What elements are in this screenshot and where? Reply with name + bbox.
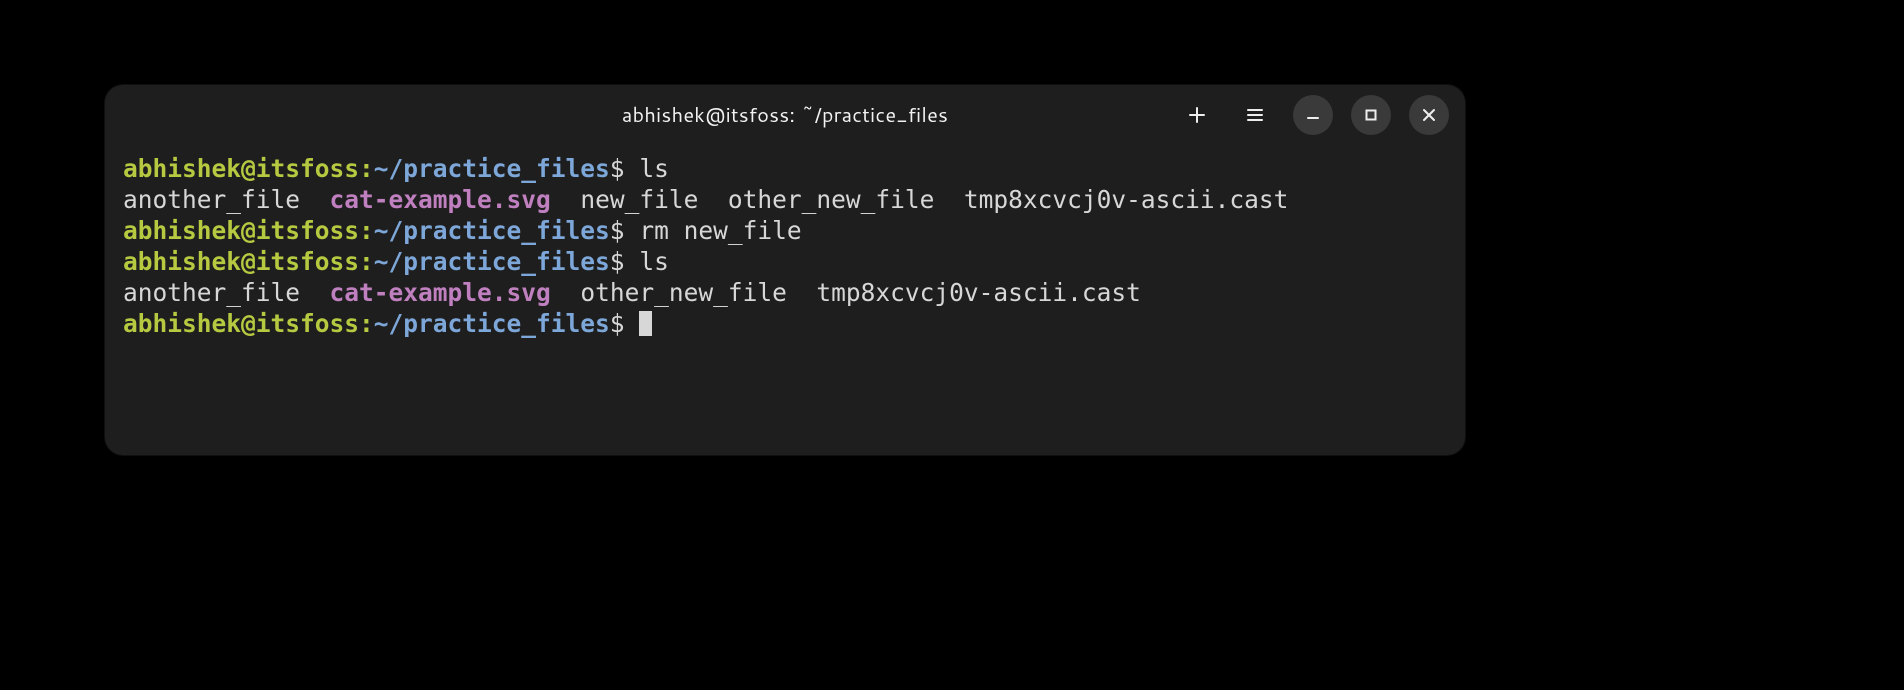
- titlebar-controls: [1177, 95, 1449, 135]
- close-button[interactable]: [1409, 95, 1449, 135]
- prompt-colon: :: [359, 309, 374, 338]
- minimize-icon: [1304, 106, 1322, 124]
- file-name: tmp8xcvcj0v-ascii.cast: [816, 278, 1141, 307]
- prompt-colon: :: [359, 247, 374, 276]
- plus-icon: [1187, 105, 1207, 125]
- terminal-window: abhishek@itsfoss: ~/practice_files: [105, 85, 1465, 455]
- file-name: other_new_file: [728, 185, 935, 214]
- terminal-line: another_file cat-example.svg new_file ot…: [123, 185, 1288, 214]
- file-name: new_file: [580, 185, 698, 214]
- prompt-path: ~/practice_files: [374, 154, 610, 183]
- maximize-icon: [1362, 106, 1380, 124]
- cursor: [639, 311, 652, 336]
- prompt-path: ~/practice_files: [374, 247, 610, 276]
- minimize-button[interactable]: [1293, 95, 1333, 135]
- file-name: other_new_file: [580, 278, 787, 307]
- prompt-dollar: $: [610, 247, 625, 276]
- terminal-line: abhishek@itsfoss:~/practice_files$ ls: [123, 247, 669, 276]
- prompt-user: abhishek@itsfoss: [123, 309, 359, 338]
- prompt-user: abhishek@itsfoss: [123, 154, 359, 183]
- file-name: cat-example.svg: [330, 278, 551, 307]
- file-name: another_file: [123, 185, 300, 214]
- prompt-path: ~/practice_files: [374, 216, 610, 245]
- terminal-line: abhishek@itsfoss:~/practice_files$ rm ne…: [123, 216, 802, 245]
- prompt-dollar: $: [610, 154, 625, 183]
- prompt-dollar: $: [610, 309, 625, 338]
- titlebar: abhishek@itsfoss: ~/practice_files: [105, 85, 1465, 145]
- file-name: tmp8xcvcj0v-ascii.cast: [964, 185, 1289, 214]
- prompt-colon: :: [359, 216, 374, 245]
- prompt-user: abhishek@itsfoss: [123, 216, 359, 245]
- menu-button[interactable]: [1235, 95, 1275, 135]
- terminal-body[interactable]: abhishek@itsfoss:~/practice_files$ ls an…: [105, 145, 1465, 455]
- cmd-text: ls: [639, 154, 669, 183]
- cmd-text: rm new_file: [639, 216, 801, 245]
- prompt-user: abhishek@itsfoss: [123, 247, 359, 276]
- file-name: another_file: [123, 278, 300, 307]
- prompt-path: ~/practice_files: [374, 309, 610, 338]
- hamburger-icon: [1245, 105, 1265, 125]
- prompt-dollar: $: [610, 216, 625, 245]
- new-tab-button[interactable]: [1177, 95, 1217, 135]
- prompt-colon: :: [359, 154, 374, 183]
- terminal-line: another_file cat-example.svg other_new_f…: [123, 278, 1141, 307]
- close-icon: [1420, 106, 1438, 124]
- terminal-line: abhishek@itsfoss:~/practice_files$ ls: [123, 154, 669, 183]
- terminal-line: abhishek@itsfoss:~/practice_files$: [123, 309, 652, 338]
- file-name: cat-example.svg: [330, 185, 551, 214]
- maximize-button[interactable]: [1351, 95, 1391, 135]
- cmd-text: ls: [639, 247, 669, 276]
- cmd-text: [625, 154, 640, 183]
